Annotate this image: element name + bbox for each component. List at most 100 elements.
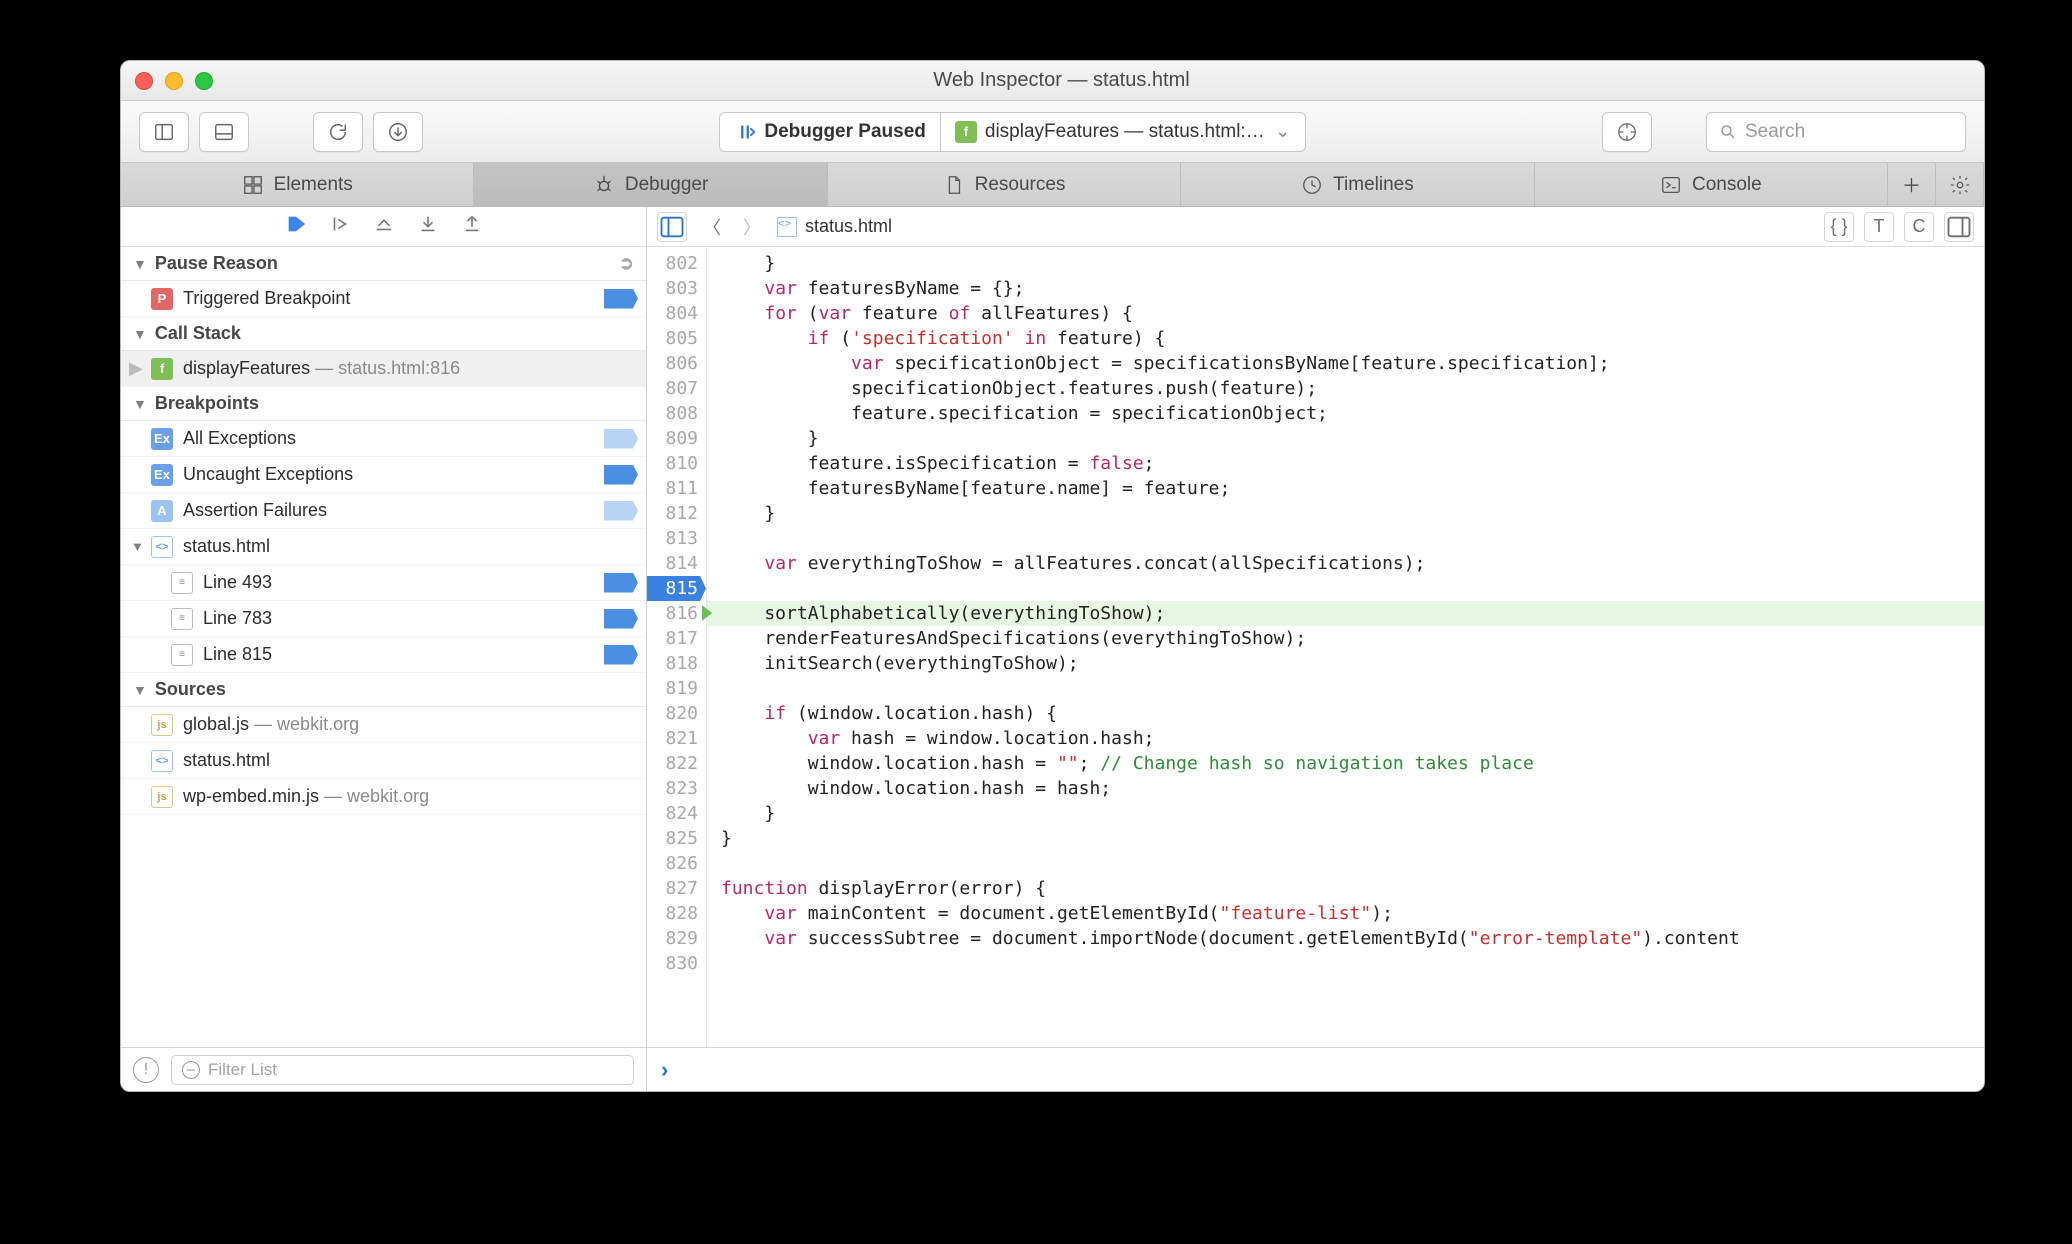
source-file-icon: <> [777,217,797,237]
step-in-button[interactable] [417,213,439,240]
location-label: displayFeatures — status.html:… [985,121,1265,143]
pause-badge-icon: P [151,288,173,310]
location-pill[interactable]: f displayFeatures — status.html:… ⌄ [940,112,1306,152]
js-file-icon: js [151,786,173,808]
tab-debugger[interactable]: Debugger [474,163,827,206]
chevron-down-icon: ⌄ [1275,120,1291,143]
source-file-icon: <> [151,536,173,558]
step-out-button[interactable] [461,213,483,240]
filter-input[interactable]: – Filter List [171,1055,634,1085]
goto-icon[interactable]: ➲ [619,253,634,274]
breakpoint-uncaught-exceptions[interactable]: Ex Uncaught Exceptions [121,457,646,493]
source-content: 〈 〉 <> status.html { } T C 8028038048058… [647,207,1984,1091]
pretty-print-button[interactable]: { } [1824,212,1854,242]
debugger-sidebar: ▼ Pause Reason ➲ P Triggered Breakpoint … [121,207,647,1091]
plus-icon: ＋ [1902,171,1921,198]
debugger-icon [593,174,615,196]
tab-console[interactable]: Console [1535,163,1888,206]
disclosure-icon: ▼ [133,396,147,412]
window-title: Web Inspector — status.html [213,69,1910,92]
breakpoint-tag-icon [604,289,638,309]
type-profile-button[interactable]: T [1864,212,1894,242]
toggle-sidebar-button[interactable] [657,212,687,242]
step-over-button[interactable] [329,213,351,240]
call-stack-header[interactable]: ▼ Call Stack [121,317,646,351]
breakpoint-line[interactable]: ≡ Line 493 [121,565,646,601]
step-into-button[interactable] [373,213,395,240]
nav-forward-button[interactable]: 〉 [737,212,767,242]
code-editor[interactable]: 8028038048058068078088098108118128138148… [647,247,1984,1047]
breakpoint-line[interactable]: ≡ Line 815 [121,637,646,673]
settings-button[interactable] [1936,163,1984,206]
line-icon: ≡ [171,608,193,630]
nav-back-button[interactable]: 〈 [697,212,727,242]
gear-icon [1949,174,1971,196]
line-icon: ≡ [171,572,193,594]
exception-icon: Ex [151,464,173,486]
line-gutter[interactable]: 8028038048058068078088098108118128138148… [647,247,707,1047]
toggle-details-sidebar-button[interactable] [1944,212,1974,242]
reload-button[interactable] [313,112,363,152]
disclosure-icon: ▼ [133,256,147,272]
breakpoint-file[interactable]: ▼ <> status.html [121,529,646,565]
breakpoint-tag-icon[interactable] [604,573,638,593]
breakpoint-line[interactable]: ≡ Line 783 [121,601,646,637]
tab-elements[interactable]: Elements [121,163,474,206]
breakpoint-tag-icon[interactable] [604,429,638,449]
function-icon: f [151,358,173,380]
current-frame-icon: ▶ [129,358,143,379]
source-item[interactable]: <> status.html [121,743,646,779]
sidebar-footer: ! – Filter List [121,1047,646,1091]
pause-reason-header[interactable]: ▼ Pause Reason ➲ [121,247,646,281]
breakpoint-tag-icon[interactable] [604,501,638,521]
disclosure-icon: ▼ [133,682,147,698]
breakpoint-tag-icon[interactable] [604,465,638,485]
sources-header[interactable]: ▼ Sources [121,673,646,707]
source-file-icon: <> [151,750,173,772]
disclosure-icon: ▼ [133,326,147,342]
console-prompt-icon: › [661,1057,668,1083]
breakpoint-tag-icon[interactable] [604,645,638,665]
close-icon[interactable] [135,72,153,90]
resources-icon [943,174,965,196]
titlebar: Web Inspector — status.html [121,61,1984,101]
breakpoint-assertion-failures[interactable]: A Assertion Failures [121,493,646,529]
zoom-icon[interactable] [195,72,213,90]
new-tab-button[interactable]: ＋ [1888,163,1936,206]
debugger-status-label: Debugger Paused [764,121,926,143]
sidebar-toggle-left-button[interactable] [139,112,189,152]
tab-timelines[interactable]: Timelines [1181,163,1534,206]
timelines-icon [1301,174,1323,196]
code-body[interactable]: } var featuresByName = {}; for (var feat… [707,247,1984,1047]
line-icon: ≡ [171,644,193,666]
assertion-icon: A [151,500,173,522]
breakpoint-all-exceptions[interactable]: Ex All Exceptions [121,421,646,457]
sidebar-toggle-bottom-button[interactable] [199,112,249,152]
tab-resources[interactable]: Resources [828,163,1181,206]
console-icon [1660,174,1682,196]
pause-reason-item[interactable]: P Triggered Breakpoint [121,281,646,317]
debugger-status-pill[interactable]: Debugger Paused [719,112,940,152]
search-icon [1719,123,1737,141]
breakpoint-tag-icon[interactable] [604,609,638,629]
minimize-icon[interactable] [165,72,183,90]
warnings-icon[interactable]: ! [133,1057,159,1083]
inspect-element-button[interactable] [1602,112,1652,152]
search-field[interactable]: Search [1706,112,1966,152]
resume-button[interactable] [285,213,307,240]
js-file-icon: js [151,714,173,736]
source-item[interactable]: js wp-embed.min.js — webkit.org [121,779,646,815]
breakpoints-header[interactable]: ▼ Breakpoints [121,387,646,421]
download-button[interactable] [373,112,423,152]
content-toolbar: 〈 〉 <> status.html { } T C [647,207,1984,247]
call-stack-frame[interactable]: ▶ f displayFeatures — status.html:816 [121,351,646,387]
pause-icon [734,121,756,143]
source-item[interactable]: js global.js — webkit.org [121,707,646,743]
console-prompt-bar[interactable]: › [647,1047,1984,1091]
breadcrumb[interactable]: <> status.html [777,216,892,237]
traffic-lights [135,72,213,90]
sidebar-toolbar [121,207,646,247]
disclosure-icon: ▼ [131,539,144,554]
filter-icon: – [182,1061,200,1079]
code-coverage-button[interactable]: C [1904,212,1934,242]
